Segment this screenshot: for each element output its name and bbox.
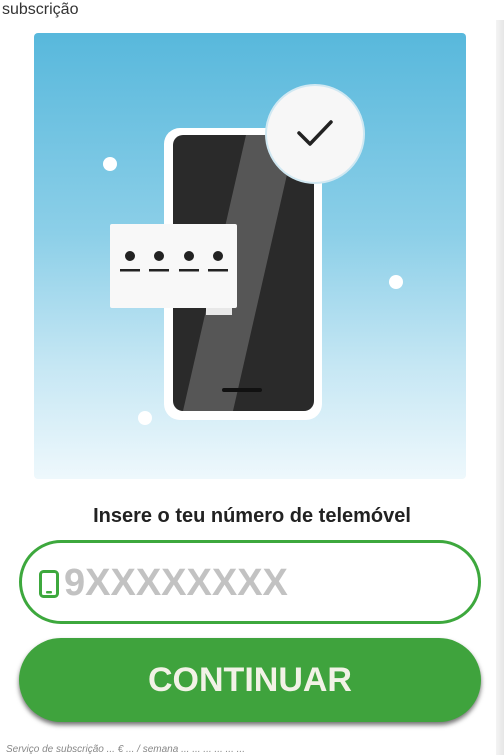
page-title: subscrição — [2, 1, 79, 18]
decor-dot — [138, 411, 152, 425]
code-card — [110, 224, 237, 315]
mobile-phone-icon — [39, 570, 59, 598]
decor-dot — [103, 157, 117, 171]
phone-prompt-label: Insere o teu número de telemóvel — [93, 505, 411, 527]
decor-dot — [389, 275, 403, 289]
footer-terms-text: Serviço de subscrição ... € ... / semana… — [6, 744, 245, 755]
continue-button[interactable]: CONTINUAR — [19, 638, 481, 722]
phone-number-input[interactable] — [64, 561, 464, 605]
phone-number-field[interactable] — [19, 540, 481, 624]
hero-illustration — [34, 33, 466, 479]
checkmark-icon — [265, 84, 365, 184]
scroll-edge — [496, 20, 504, 755]
phone-verification-illustration — [103, 84, 403, 425]
